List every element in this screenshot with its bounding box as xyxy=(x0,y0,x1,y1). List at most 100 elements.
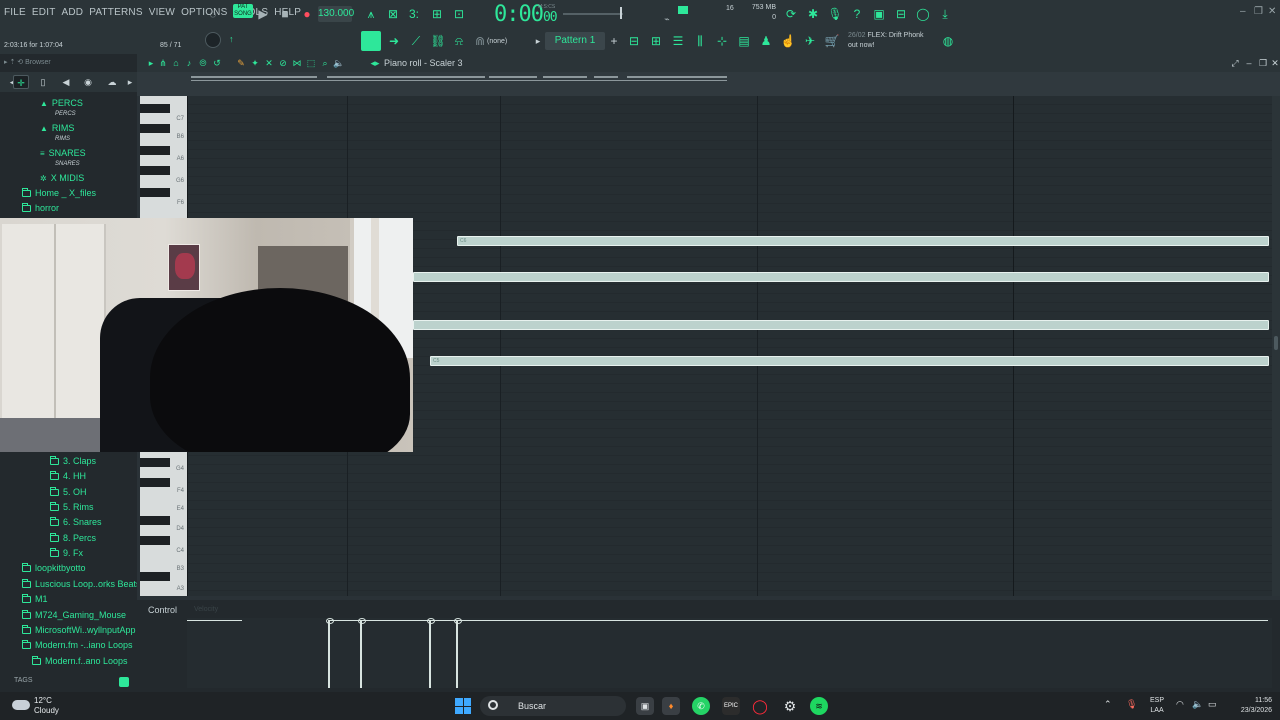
tempo-display[interactable]: 130.000 xyxy=(318,6,354,22)
folder-claps[interactable]: 3. Claps xyxy=(50,455,96,466)
black-key[interactable] xyxy=(140,536,170,545)
download-icon[interactable]: ⤓ xyxy=(936,5,954,23)
midi-note[interactable] xyxy=(413,320,1269,330)
browser-toggle-icon[interactable]: ⊹ xyxy=(714,33,730,49)
typing-keyboard-button[interactable] xyxy=(361,31,381,51)
wifi-icon[interactable]: ◠ xyxy=(1176,699,1184,710)
maximize-icon[interactable]: ❐ xyxy=(1254,6,1263,17)
midi-note[interactable] xyxy=(413,272,1269,282)
render-icon[interactable]: ✈ xyxy=(802,33,818,49)
browser-file-icon[interactable]: ▯ xyxy=(35,75,51,89)
pr-title-arrow-icon[interactable]: ◂▸ xyxy=(369,57,381,69)
store-icon[interactable]: 🛒 xyxy=(824,33,840,49)
epic-games-icon[interactable]: EPIC xyxy=(722,697,740,715)
folder-rims[interactable]: 5. Rims xyxy=(50,501,94,512)
brush-icon[interactable]: ⟋ xyxy=(408,33,424,49)
battery-icon[interactable]: ▭ xyxy=(1208,699,1217,710)
pr-select-icon[interactable]: ⬚ xyxy=(305,57,317,69)
velocity-bar[interactable] xyxy=(454,618,462,688)
pitch-icon[interactable]: ↑ xyxy=(229,34,243,48)
folder-home-x-files[interactable]: Home _ X_files xyxy=(22,187,96,198)
browser-plugin-icon[interactable]: ◉ xyxy=(80,75,96,89)
black-key[interactable] xyxy=(140,104,170,113)
velocity-bar[interactable] xyxy=(358,618,366,688)
folder-oh[interactable]: 5. OH xyxy=(50,486,87,497)
mixer-toolbar-icon[interactable]: ⫼ xyxy=(692,33,708,49)
plugin-icon[interactable]: ✱ xyxy=(804,5,822,23)
velocity-lane[interactable] xyxy=(187,618,1272,688)
windows-start-icon[interactable] xyxy=(455,698,471,714)
folder-modern-f-ano[interactable]: Modern.f..ano Loops xyxy=(32,655,128,666)
news-panel[interactable]: 26/02 FLEX: Drift Phonk out now! xyxy=(848,31,924,51)
search-icon[interactable] xyxy=(119,677,129,687)
whatsapp-icon[interactable]: ✆ xyxy=(692,697,710,715)
pat-song-toggle[interactable]: PAT SONG xyxy=(233,4,253,18)
tree-item-x-midis[interactable]: ✲ X MIDIS xyxy=(40,173,84,183)
pr-delete-icon[interactable]: ✕ xyxy=(263,57,275,69)
hint-knob-icon[interactable]: ◌ xyxy=(204,5,222,23)
menu-patterns[interactable]: PATTERNS xyxy=(89,7,142,18)
weather-widget[interactable]: 12°C Cloudy xyxy=(34,696,59,716)
pattern-selector[interactable]: Pattern 1 xyxy=(545,32,605,50)
minimize-icon[interactable]: – xyxy=(1240,6,1246,17)
help-icon[interactable]: ? xyxy=(848,5,866,23)
bell-icon[interactable]: ⍾ xyxy=(451,33,467,49)
browser-all-icon[interactable]: ✛ xyxy=(13,75,29,89)
pattern-arrow-icon[interactable]: ▸ xyxy=(530,33,546,49)
folder-percs[interactable]: 8. Percs xyxy=(50,532,96,543)
pr-loop-icon[interactable]: ↺ xyxy=(211,57,223,69)
pr-mute-icon[interactable]: ⊘ xyxy=(277,57,289,69)
opera-gx-icon[interactable]: ◯ xyxy=(751,697,769,715)
plugin-db-icon[interactable]: ♟ xyxy=(758,33,774,49)
menu-add[interactable]: ADD xyxy=(62,7,84,18)
control-label[interactable]: Control xyxy=(148,605,177,615)
stop-icon[interactable]: ■ xyxy=(276,5,294,23)
taskbar-clock[interactable]: 11:56 23/3/2026 xyxy=(1228,696,1272,716)
pr-playback-icon[interactable]: 🔈 xyxy=(333,57,345,69)
folder-modern-fm[interactable]: Modern.fm -..iano Loops xyxy=(22,639,133,650)
plugin-picker-icon[interactable]: ▤ xyxy=(736,33,752,49)
language-indicator[interactable]: ESP LAA xyxy=(1150,696,1164,716)
master-volume-handle[interactable] xyxy=(620,7,622,19)
tree-item-snares[interactable]: ≡ SNARES xyxy=(40,148,86,158)
control-target[interactable]: Velocity xyxy=(194,606,218,613)
folder-hh[interactable]: 4. HH xyxy=(50,470,86,481)
loop-record-icon[interactable]: ⊡ xyxy=(450,5,468,23)
add-pattern-icon[interactable]: + xyxy=(606,33,622,49)
tree-item-percs[interactable]: ▲ PERCS xyxy=(40,98,83,108)
globe-icon[interactable]: ◍ xyxy=(940,33,956,49)
touch-icon[interactable]: ☝ xyxy=(780,33,796,49)
pr-draw-icon[interactable]: ✎ xyxy=(235,57,247,69)
tray-microphone-icon[interactable]: 🎙 xyxy=(1126,699,1137,710)
menu-view[interactable]: VIEW xyxy=(149,7,175,18)
arrow-right-icon[interactable]: ➜ xyxy=(386,33,402,49)
refresh-icon[interactable]: ⟳ xyxy=(782,5,800,23)
velocity-bar[interactable] xyxy=(326,618,334,688)
piano-roll-timeline[interactable] xyxy=(137,72,1280,96)
midi-note[interactable]: C5 xyxy=(430,356,1269,366)
wait-input-icon[interactable]: ⊠ xyxy=(384,5,402,23)
black-key[interactable] xyxy=(140,124,170,133)
pr-stamp-icon[interactable]: ⌂ xyxy=(170,57,182,69)
pr-note-icon[interactable]: ♪ xyxy=(183,57,195,69)
taskbar-search[interactable]: Buscar xyxy=(480,696,626,716)
volume-icon[interactable]: 🔈 xyxy=(1192,699,1203,710)
browser-speaker-icon[interactable]: ◀ xyxy=(58,75,74,89)
cloud-icon[interactable] xyxy=(12,700,30,710)
folder-m724[interactable]: M724_Gaming_Mouse xyxy=(22,609,126,620)
chat-icon[interactable]: ◯ xyxy=(914,5,932,23)
folder-horror[interactable]: horror xyxy=(22,202,59,213)
folder-luscious-loop[interactable]: Luscious Loop..orks Beats) xyxy=(22,578,144,589)
pr-zoom-icon[interactable]: ⌕ xyxy=(319,57,331,69)
pr-magnet-icon[interactable]: ⋔ xyxy=(157,57,169,69)
mixer-icon[interactable]: ⊟ xyxy=(892,5,910,23)
black-key[interactable] xyxy=(140,572,170,581)
record-icon[interactable]: ● xyxy=(298,5,316,23)
menu-edit[interactable]: EDIT xyxy=(32,7,56,18)
master-volume-slider[interactable] xyxy=(563,13,623,15)
tags-label[interactable]: TAGS xyxy=(14,677,33,684)
black-key[interactable] xyxy=(140,478,170,487)
folder-microsoft[interactable]: MicrosoftWi..wyllnputApp xyxy=(22,624,136,635)
vertical-scrollbar[interactable] xyxy=(1272,96,1280,596)
main-volume-knob[interactable] xyxy=(205,32,221,48)
